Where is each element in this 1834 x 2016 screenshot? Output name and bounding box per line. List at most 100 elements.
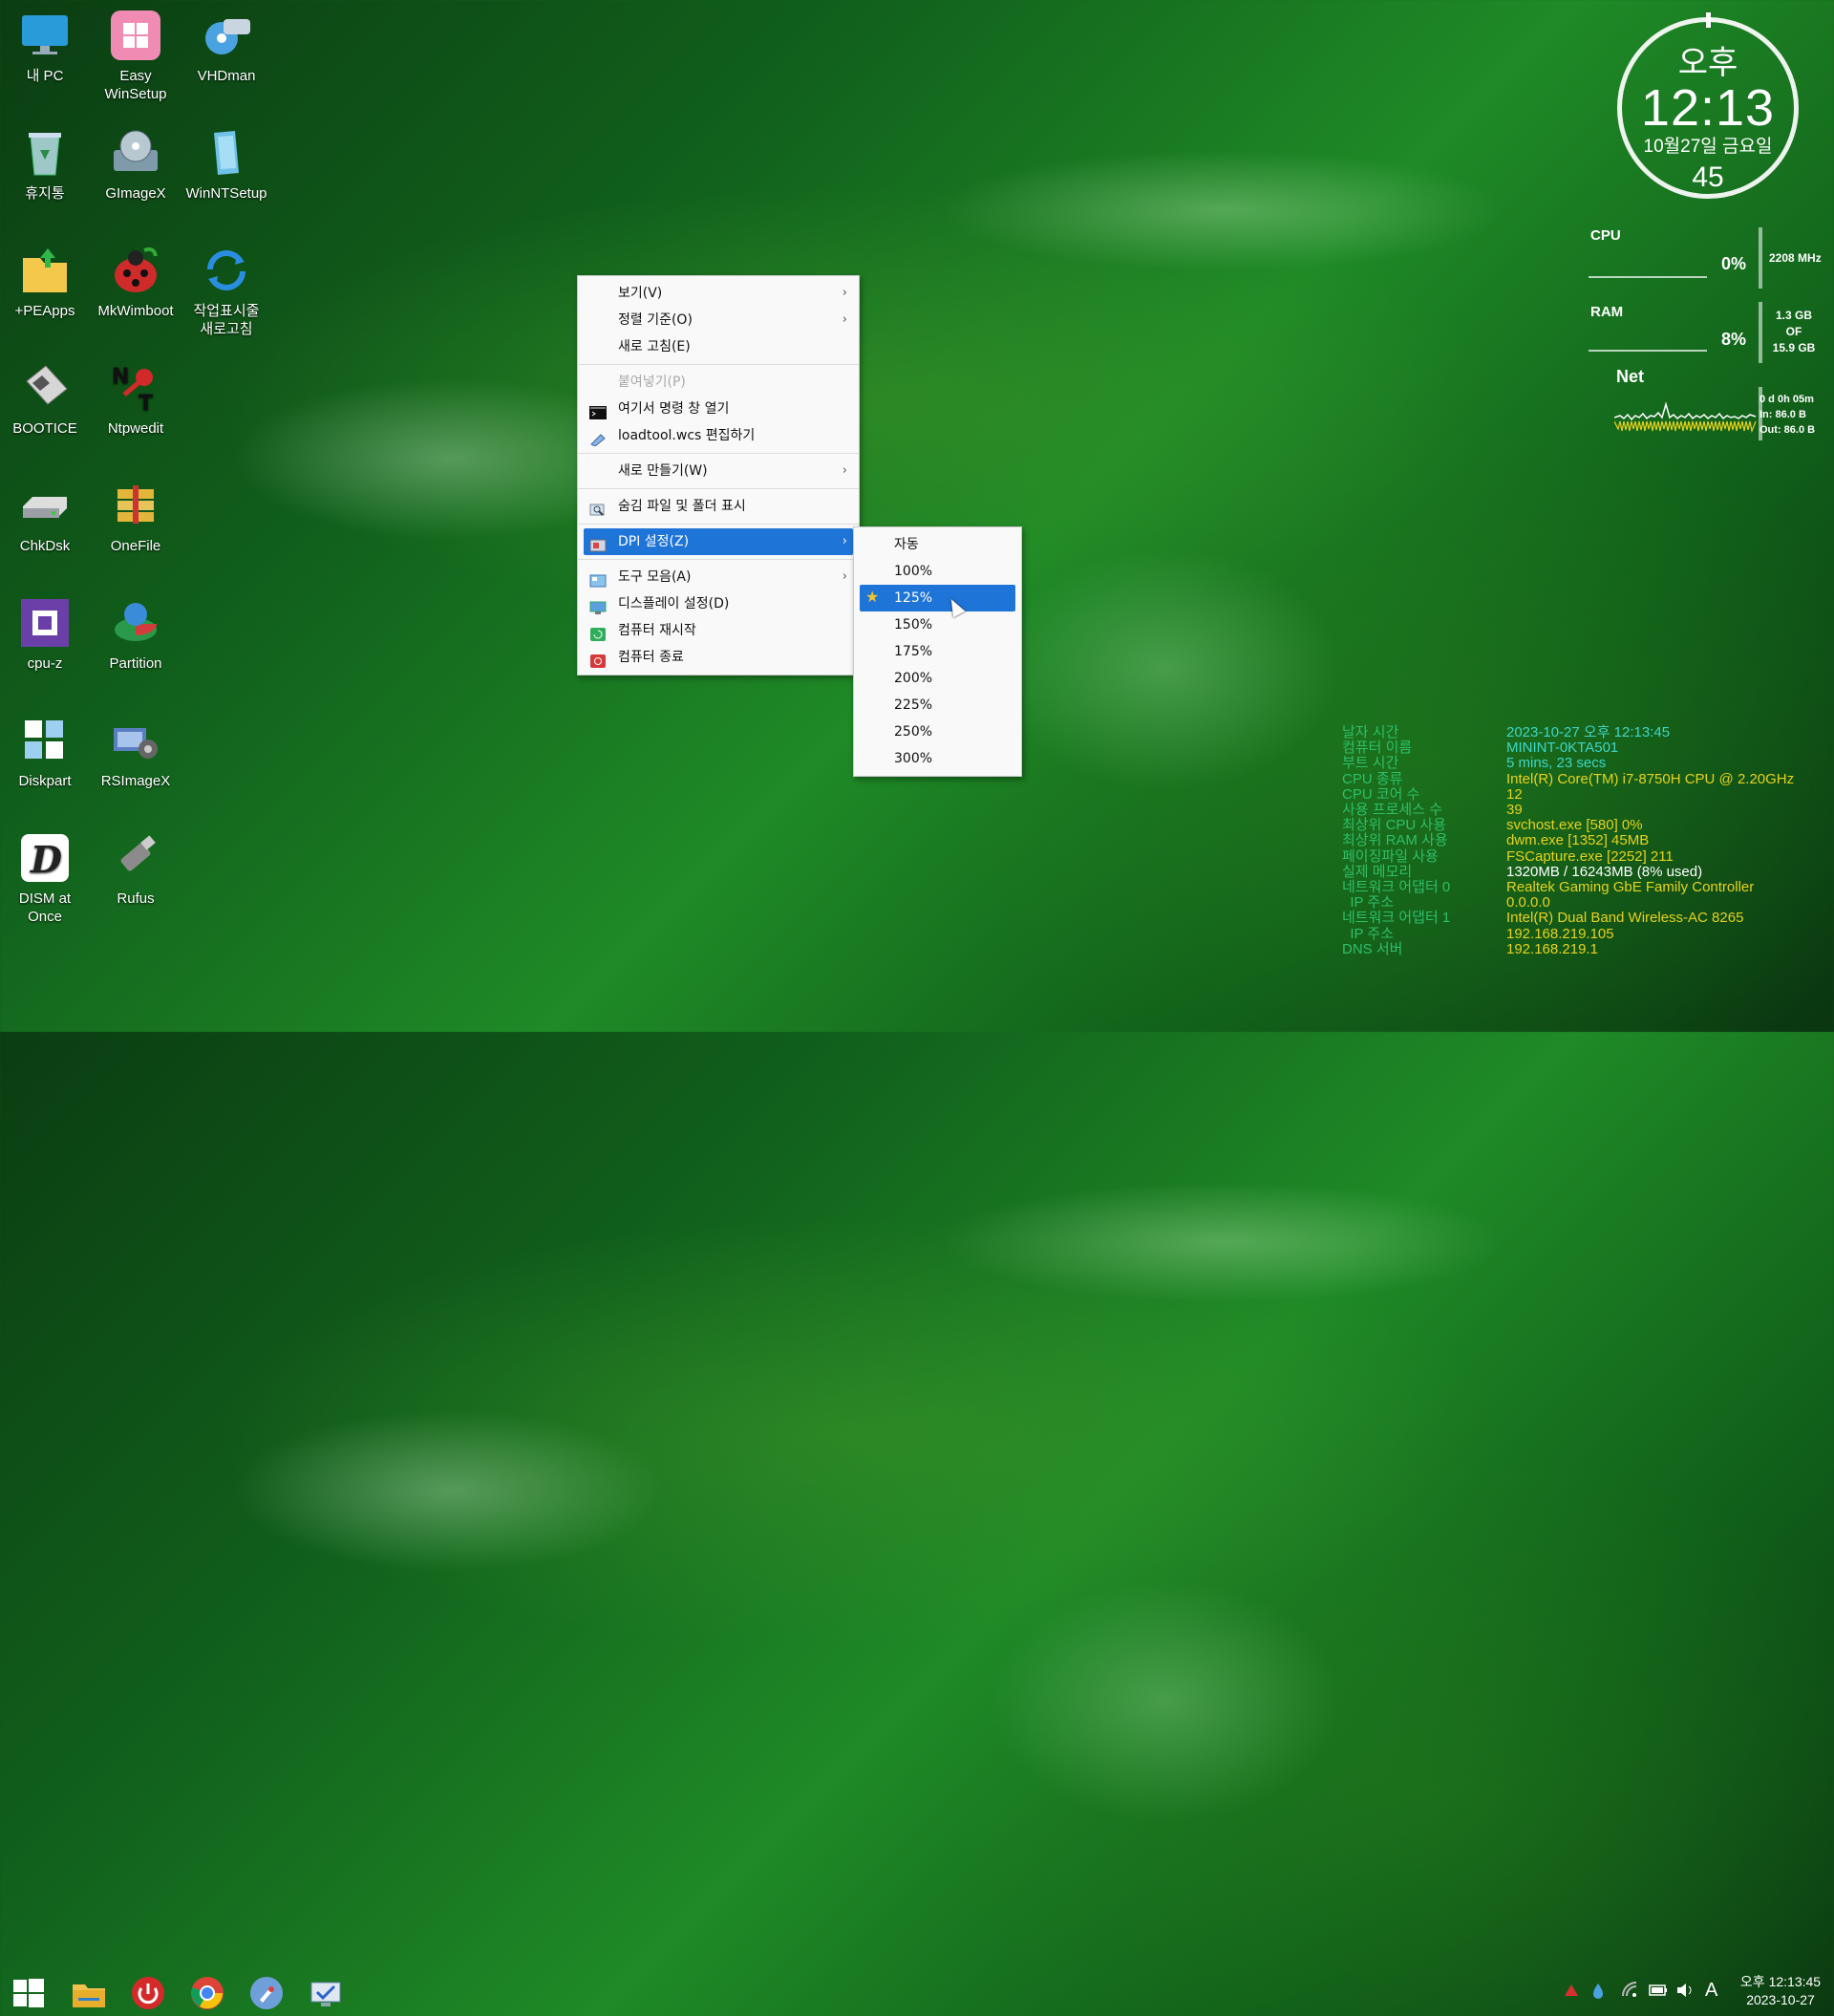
taskbar-clock[interactable]: 오후 12:13:45 2023-10-27 [1733, 1973, 1828, 2009]
net-out: Out: 86.0 B [1759, 424, 1816, 436]
sysinfo-row: 날자 시간 2023-10-27 오후 12:13:45 [1342, 724, 1794, 740]
dpi-option[interactable]: ★ 125% [860, 585, 1015, 611]
desktop-icon-floppy[interactable]: BOOTICE [2, 356, 88, 438]
desktop-icon-usb[interactable]: Rufus [93, 826, 179, 908]
desktop-icon-gimagex[interactable]: GImageX [93, 121, 179, 203]
menu-item-10[interactable]: 숨김 파일 및 폴더 표시 [578, 493, 859, 520]
desktop-icon-label: VHDman [197, 68, 256, 84]
net-in: In: 86.0 B [1759, 409, 1806, 420]
ram-value: 8% [1721, 330, 1747, 349]
desktop-icon-vhd-drive[interactable]: VHDman [183, 4, 269, 85]
desktop-icon-refresh[interactable]: 작업표시줄 새로고침 [183, 239, 269, 338]
menu-item-5[interactable]: 여기서 명령 창 열기 [578, 396, 859, 422]
dpi-option[interactable]: 150% [854, 611, 1021, 638]
menu-item-6[interactable]: loadtool.wcs 편집하기 [578, 422, 859, 449]
sysinfo-value: FSCapture.exe [2252] 211 [1506, 847, 1674, 865]
recycle-bin-icon [19, 127, 71, 179]
desktop-icon-monitor[interactable]: 내 PC [2, 4, 88, 85]
menu-separator [578, 488, 859, 489]
sysinfo-key: 최상위 RAM 사용 [1342, 832, 1448, 849]
dpi-option[interactable]: 225% [854, 692, 1021, 718]
menu-item-label: 새로 고침(E) [618, 339, 691, 354]
dpi-option-label: 125% [894, 590, 933, 606]
menu-item-2[interactable]: 새로 고침(E) [578, 333, 859, 360]
menu-item-0[interactable]: 보기(V) › [578, 280, 859, 307]
dpi-option[interactable]: 250% [854, 718, 1021, 745]
desktop-icon-archive[interactable]: OneFile [93, 474, 179, 555]
ram-used: 1.3 GB [1775, 309, 1812, 322]
clock-seconds: 45 [1692, 161, 1724, 193]
desktop-icon-rsimagex[interactable]: RSImageX [93, 709, 179, 790]
menu-item-label: 여기서 명령 창 열기 [618, 401, 730, 417]
desktop-icon-disk-drive[interactable]: ChkDsk [2, 474, 88, 555]
desktop-icon-dism[interactable]: D DISM at Once [2, 826, 88, 926]
dpi-option[interactable]: 100% [854, 558, 1021, 585]
desktop-icon-label: 작업표시줄 새로고침 [193, 303, 260, 337]
desktop-icon-key[interactable]: N T Ntpwedit [93, 356, 179, 438]
desktop-icon-label: BOOTICE [12, 420, 77, 437]
menu-separator [578, 559, 859, 560]
windows-logo-icon [13, 1979, 44, 2007]
dpi-option-label: 300% [894, 751, 933, 766]
dpi-submenu: 자동 100% ★ 125% 150% 175% 200% 225% 250% 300% [853, 526, 1022, 777]
sysinfo-value: 192.168.219.1 [1506, 940, 1598, 957]
archive-icon [110, 480, 161, 531]
desktop-icon-partition[interactable]: Partition [93, 591, 179, 673]
file-explorer-button[interactable] [71, 1975, 107, 2011]
dpi-option-label: 225% [894, 697, 933, 713]
start-button[interactable] [11, 1975, 47, 2011]
tray-app-icon[interactable] [1563, 1982, 1580, 2002]
settings-tool-button[interactable] [308, 1975, 344, 2011]
launcher-button[interactable] [248, 1975, 285, 2011]
sysinfo-key: CPU 코어 수 [1342, 785, 1420, 803]
desktop-icon-diskpart[interactable]: Diskpart [2, 709, 88, 790]
dpi-option[interactable]: 175% [854, 638, 1021, 665]
menu-item-16[interactable]: 컴퓨터 재시작 [578, 617, 859, 644]
sysinfo-row: CPU 종류 Intel(R) Core(TM) i7-8750H CPU @ 2… [1342, 771, 1794, 787]
tray-wifi-button[interactable] [1621, 1982, 1638, 2002]
menu-item-12[interactable]: DPI 설정(Z) › [584, 528, 853, 555]
menu-item-8[interactable]: 새로 만들기(W) › [578, 458, 859, 484]
dpi-option-label: 175% [894, 644, 933, 659]
ime-indicator[interactable]: A [1705, 1980, 1717, 2002]
system-info-panel: 날자 시간 2023-10-27 오후 12:13:45 컴퓨터 이름 MININT-… [1342, 724, 1794, 957]
menu-item-1[interactable]: 정렬 기준(O) › [578, 307, 859, 333]
clock-widget: 오후 12:13 10월27일 금요일 45 [1617, 12, 1799, 199]
clock-time: 12:13 [1640, 79, 1776, 137]
menu-item-17[interactable]: 컴퓨터 종료 [578, 644, 859, 671]
toolbar-icon [589, 570, 607, 588]
rocket-icon [250, 1977, 283, 2009]
menu-item-14[interactable]: 도구 모음(A) › [578, 564, 859, 590]
dpi-option[interactable]: 300% [854, 745, 1021, 772]
desktop-icon-label: ChkDsk [19, 538, 71, 554]
sysinfo-row: 페이징파일 사용 FSCapture.exe [2252] 211 [1342, 847, 1794, 865]
desktop-icon-label: MkWimboot [97, 303, 174, 319]
tray-battery-button[interactable] [1649, 1984, 1668, 2000]
key-icon: NT [110, 362, 161, 416]
sysinfo-key: 페이징파일 사용 [1342, 847, 1439, 865]
dpi-option[interactable]: 200% [854, 665, 1021, 692]
desktop-icon-recycle-bin[interactable]: 휴지통 [2, 121, 88, 203]
sysinfo-value: 2023-10-27 오후 12:13:45 [1506, 724, 1671, 740]
menu-item-15[interactable]: 디스플레이 설정(D) [578, 590, 859, 617]
tray-volume-button[interactable] [1675, 1982, 1695, 2002]
menu-separator [578, 453, 859, 454]
desktop-icon-windows-pink[interactable]: Easy WinSetup [93, 4, 179, 103]
sysinfo-key: 사용 프로세스 수 [1342, 802, 1442, 819]
ram-total: 15.9 GB [1772, 341, 1816, 354]
desktop-icon-winntsetup[interactable]: WinNTSetup [183, 121, 269, 203]
cpu-label: CPU [1590, 227, 1621, 244]
desktop-icon-cpu[interactable]: cpu-z [2, 591, 88, 673]
diskpart-icon [19, 715, 71, 766]
tray-droplet-button[interactable] [1590, 1982, 1606, 2002]
desktop-icon-ladybug[interactable]: MkWimboot [93, 239, 179, 320]
chrome-button[interactable] [189, 1975, 225, 2011]
desktop-icon-folder[interactable]: +PEApps [2, 239, 88, 320]
gimagex-icon [110, 127, 161, 179]
svg-text:D: D [30, 838, 62, 881]
power-button[interactable] [130, 1975, 166, 2011]
sysinfo-value: 12 [1506, 785, 1523, 803]
dpi-option[interactable]: 자동 [854, 531, 1021, 558]
desktop-icon-label: Ntpwedit [107, 420, 164, 437]
sysinfo-key: 네트워크 어댑터 0 [1342, 879, 1451, 896]
